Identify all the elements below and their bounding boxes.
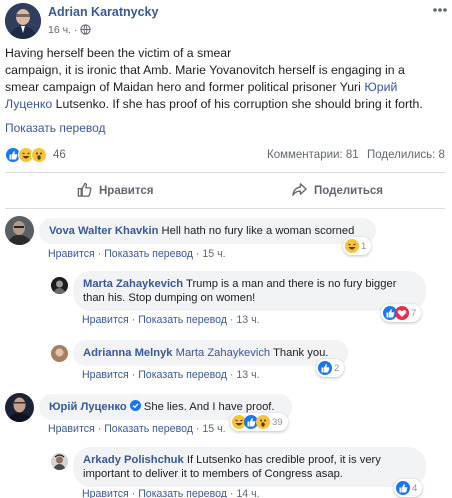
like-reaction-icon xyxy=(396,481,410,495)
reply-text-line-1: Trump is a man and there is no fury bigg… xyxy=(186,278,397,290)
comment-reactions[interactable]: 39 xyxy=(230,413,288,431)
love-reaction-icon xyxy=(395,306,409,320)
share-button[interactable]: Поделиться xyxy=(291,181,383,201)
comment-time[interactable]: 15 ч. xyxy=(202,248,225,260)
post-line-4-wrap: Луценко Lutsenko. If she has proof of hi… xyxy=(5,96,445,113)
separator: · xyxy=(229,488,234,498)
comment-like-link[interactable]: Нравится xyxy=(48,248,95,260)
comment-bubble: Vova Walter Khavkin Hell hath no fury li… xyxy=(39,218,376,244)
comment-translate-link[interactable]: Показать перевод xyxy=(104,423,193,435)
separator: · xyxy=(195,248,200,260)
mention-link-last[interactable]: Луценко xyxy=(5,97,52,111)
more-options-icon[interactable] xyxy=(432,4,448,16)
reply-translate-link[interactable]: Показать перевод xyxy=(138,488,227,498)
post-see-translation[interactable]: Показать перевод xyxy=(5,121,106,135)
reply-meta: Нравится · Показать перевод · 13 ч. xyxy=(82,314,260,326)
reply-time[interactable]: 13 ч. xyxy=(236,314,259,326)
separator: · xyxy=(97,423,102,435)
mention-link-first[interactable]: Юрий xyxy=(364,80,397,94)
separator: · xyxy=(229,369,234,381)
verified-badge-icon xyxy=(129,400,141,411)
author-avatar[interactable] xyxy=(5,3,41,39)
reply-bubble: Adrianna Melnyk Marta Zahaykevich Thank … xyxy=(73,340,348,366)
reply-reactions[interactable]: 2 xyxy=(316,359,345,377)
comment-meta: Нравится · Показать перевод · 15 ч. xyxy=(48,423,226,435)
reply-translate-link[interactable]: Показать перевод xyxy=(138,369,227,381)
reply-like-link[interactable]: Нравится xyxy=(82,314,129,326)
post-line-2: campaign, it is ironic that Amb. Marie Y… xyxy=(5,63,405,77)
comment-like-link[interactable]: Нравится xyxy=(48,423,95,435)
reply-avatar[interactable] xyxy=(51,453,68,470)
post-text: Having herself been the victim of a smea… xyxy=(5,45,445,113)
post-line-3: smear campaign of Maidan hero and former… xyxy=(5,80,361,94)
reply-avatar[interactable] xyxy=(51,277,68,294)
reply-translate-link[interactable]: Показать перевод xyxy=(138,314,227,326)
like-reaction-icon xyxy=(318,361,332,375)
reply-bubble: Arkady Polishchuk If Lutsenko has credib… xyxy=(73,447,426,487)
reply-like-link[interactable]: Нравится xyxy=(82,488,129,498)
shares-count[interactable]: Поделились: 8 xyxy=(367,149,445,161)
separator: · xyxy=(131,314,136,326)
reply-meta: Нравится · Показать перевод · 14 ч. xyxy=(82,488,260,498)
reactions-summary[interactable]: 46 xyxy=(5,146,66,164)
haha-reaction-icon xyxy=(345,239,359,253)
globe-icon xyxy=(80,24,91,38)
reply-bubble: Marta Zahaykevich Trump is a man and the… xyxy=(73,271,426,311)
reply-reactions[interactable]: 4 xyxy=(394,479,423,497)
reply-text-line-1: If Lutsenko has credible proof, it is ve… xyxy=(186,454,381,466)
reply-like-link[interactable]: Нравится xyxy=(82,369,129,381)
reply-text: Thank you. xyxy=(273,347,329,359)
post-author[interactable]: Adrian Karatnycky xyxy=(48,5,158,19)
divider-top xyxy=(5,172,445,173)
separator: · xyxy=(131,488,136,498)
reply-reactions[interactable]: 7 xyxy=(381,304,422,322)
comment-avatar[interactable] xyxy=(5,216,34,245)
comment-avatar[interactable] xyxy=(5,393,34,422)
like-button[interactable]: Нравится xyxy=(76,181,153,201)
reply-reaction-count: 2 xyxy=(334,362,340,374)
reply-time[interactable]: 13 ч. xyxy=(236,369,259,381)
comment-text: Hell hath no fury like a woman scorned xyxy=(161,225,355,237)
separator: · xyxy=(131,369,136,381)
comment-reactions[interactable]: 1 xyxy=(343,237,372,255)
post-line-3-wrap: smear campaign of Maidan hero and former… xyxy=(5,79,445,96)
comment-text: She lies. And I have proof. xyxy=(143,401,275,413)
post-line-1: Having herself been the victim of a smea… xyxy=(5,46,232,60)
reply-text-line-2: than his. Stop dumping on women! xyxy=(83,292,256,304)
like-button-label: Нравится xyxy=(99,185,154,197)
reply-author[interactable]: Arkady Polishchuk xyxy=(83,454,184,466)
comment-author[interactable]: Vova Walter Khavkin xyxy=(49,225,158,237)
thumbs-up-icon xyxy=(76,181,93,201)
comment-meta: Нравится · Показать перевод · 15 ч. xyxy=(48,248,226,260)
comment-author[interactable]: Юрій Луценко xyxy=(49,401,127,413)
separator: · xyxy=(97,248,102,260)
reply-time[interactable]: 14 ч. xyxy=(236,488,259,498)
reaction-count: 46 xyxy=(53,149,66,161)
reply-mention[interactable]: Marta Zahaykevich xyxy=(176,347,271,359)
post-time[interactable]: 16 ч. xyxy=(48,24,71,36)
comment-reaction-count: 1 xyxy=(361,240,367,252)
separator: · xyxy=(229,314,234,326)
reply-reaction-count: 4 xyxy=(412,482,418,494)
share-button-label: Поделиться xyxy=(314,185,384,197)
reply-avatar[interactable] xyxy=(51,345,68,362)
post-timestamp[interactable]: 16 ч. · xyxy=(48,24,91,38)
comment-reaction-count: 39 xyxy=(272,416,283,428)
reply-reaction-count: 7 xyxy=(411,307,417,319)
share-arrow-icon xyxy=(291,181,308,201)
divider-bottom xyxy=(5,208,445,209)
comment-time[interactable]: 15 ч. xyxy=(202,423,225,435)
comment-translate-link[interactable]: Показать перевод xyxy=(104,248,193,260)
reply-author[interactable]: Marta Zahaykevich xyxy=(83,278,183,290)
reply-meta: Нравится · Показать перевод · 13 ч. xyxy=(82,369,260,381)
reply-author[interactable]: Adrianna Melnyk xyxy=(83,347,173,359)
separator: · xyxy=(195,423,200,435)
wow-reaction-icon xyxy=(31,147,47,163)
comments-count[interactable]: Комментарии: 81 xyxy=(267,149,359,161)
post-line-4: Lutsenko. If she has proof of his corrup… xyxy=(55,97,423,111)
wow-reaction-icon xyxy=(256,415,270,429)
reply-text-line-2: important to deliver it to members of Co… xyxy=(83,468,343,480)
